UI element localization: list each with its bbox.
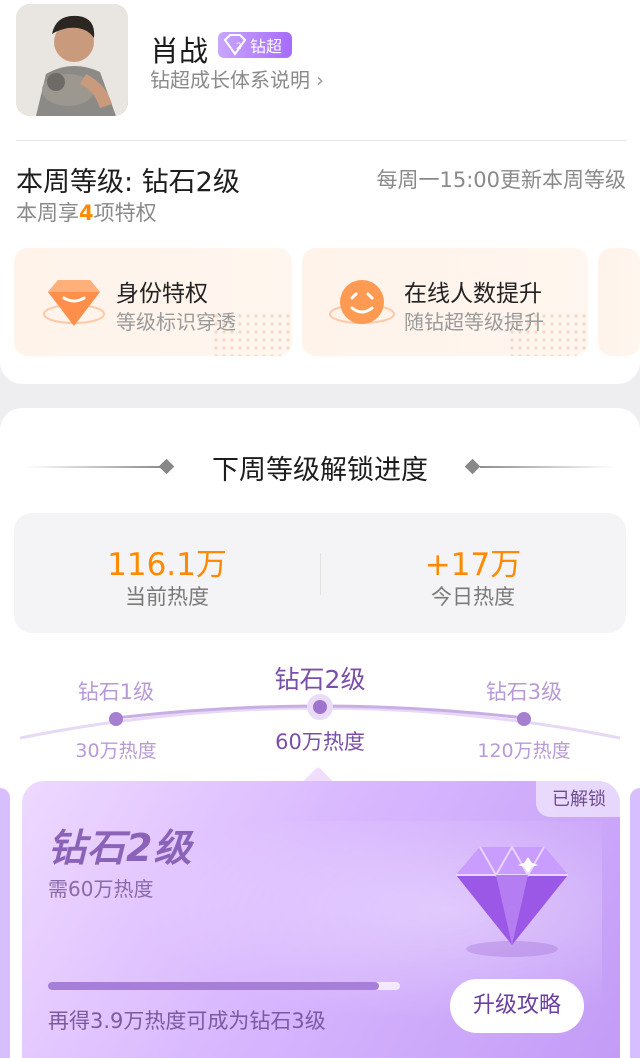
unlocked-tag: 已解锁 <box>536 781 620 817</box>
chevron-right-icon: › <box>316 68 324 92</box>
privilege-count: 4 <box>79 201 94 225</box>
remaining-heat-text: 再得3.9万热度可成为钻石3级 <box>48 1009 326 1033</box>
today-heat-label: 今日热度 <box>431 585 515 609</box>
level-name-3[interactable]: 钻石3级 <box>454 676 594 706</box>
growth-system-link[interactable]: 钻超成长体系说明 › <box>150 64 324 93</box>
level-heat-2: 60万热度 <box>275 730 365 754</box>
current-heat-value: 116.1万 <box>107 547 227 583</box>
badge-label: 钻超 <box>250 37 283 56</box>
privilege-suffix: 项特权 <box>93 201 157 225</box>
diamond-level-icon: 2 <box>222 34 248 56</box>
perk-card-next[interactable] <box>598 248 640 356</box>
heat-summary: 116.1万 当前热度 +17万 今日热度 <box>14 513 626 633</box>
diamond-gem-icon <box>442 841 582 961</box>
title-decor-line <box>480 466 614 468</box>
level-name-2[interactable]: 钻石2级 <box>250 660 390 696</box>
level-heat-1: 30万热度 <box>75 740 157 762</box>
level-progress-bar <box>48 982 400 990</box>
upgrade-guide-button[interactable]: 升级攻略 <box>450 979 584 1033</box>
gem-shield-icon <box>34 272 112 336</box>
level-detail-card: 已解锁 钻石2级 需60万热度 再得3.9万热度可成为钻石3级 升级攻略 <box>22 781 620 1058</box>
card-requirement: 需60万热度 <box>48 877 154 901</box>
privilege-prefix: 本周享 <box>16 201 79 225</box>
diamond-badge: 2 钻超 <box>218 32 292 58</box>
perk-subtitle: 随钻超等级提升 <box>404 310 544 334</box>
level-node-3 <box>517 712 531 726</box>
next-level-card-edge[interactable] <box>630 788 640 1058</box>
card-level-name: 钻石2级 <box>48 826 193 870</box>
level-heat-3: 120万热度 <box>477 740 571 762</box>
smile-face-icon <box>322 272 400 336</box>
divider <box>16 140 626 141</box>
update-note: 每周一15:00更新本周等级 <box>376 168 626 192</box>
perk-title: 在线人数提升 <box>404 281 542 307</box>
level-node-2 <box>313 700 327 714</box>
week-level-title: 本周等级: 钻石2级 <box>16 167 240 198</box>
level-node-1 <box>109 712 123 726</box>
level-name-1[interactable]: 钻石1级 <box>46 676 186 706</box>
avatar[interactable] <box>16 4 128 116</box>
profile-card: 肖战 2 钻超 钻超成长体系说明 › 本周等级: 钻石2级 每周一15:00更新本… <box>0 0 640 384</box>
level-progress-fill <box>48 982 379 990</box>
prev-level-card-edge[interactable] <box>0 788 10 1058</box>
perk-card-online[interactable]: 在线人数提升 随钻超等级提升 <box>302 248 588 356</box>
svg-text:2: 2 <box>236 42 242 52</box>
perk-title: 身份特权 <box>116 281 208 307</box>
growth-system-label: 钻超成长体系说明 <box>150 68 310 92</box>
unlock-progress-card: 下周等级解锁进度 116.1万 当前热度 +17万 今日热度 钻石1级 30万热… <box>0 408 640 1058</box>
privilege-count-line: 本周享4项特权 <box>16 197 157 227</box>
perk-subtitle: 等级标识穿透 <box>116 310 236 334</box>
perk-card-identity[interactable]: 身份特权 等级标识穿透 <box>14 248 292 356</box>
today-heat-value: +17万 <box>424 547 522 583</box>
current-heat-label: 当前热度 <box>125 585 209 609</box>
